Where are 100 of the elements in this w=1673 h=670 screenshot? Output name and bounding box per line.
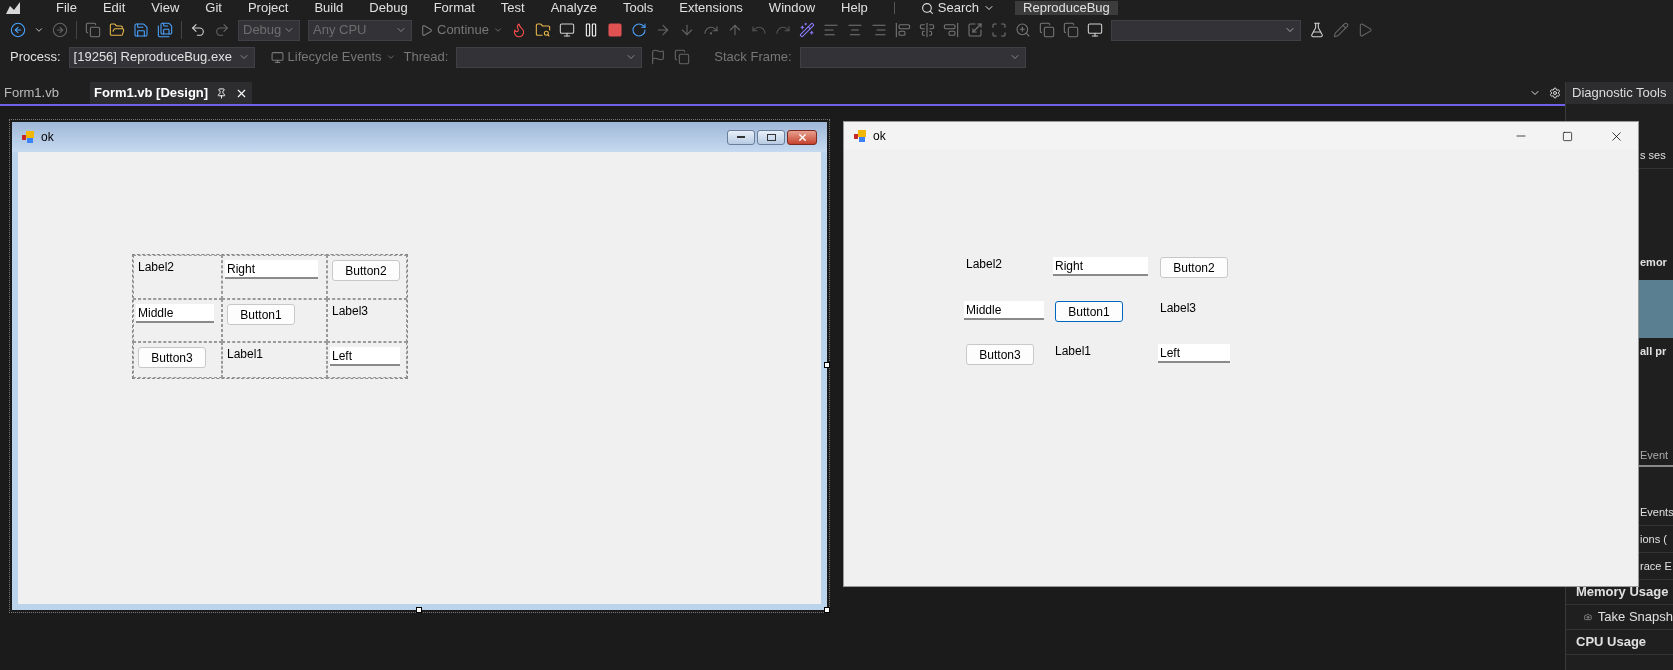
form-label: Label2 [138, 259, 175, 276]
flask-icon[interactable] [1309, 22, 1326, 38]
form-title: ok [873, 128, 886, 145]
form-label: Label3 [1160, 300, 1197, 317]
align-center-icon[interactable] [847, 22, 864, 38]
form-button[interactable]: Button2 [1160, 257, 1228, 278]
align-middle-icon[interactable] [919, 22, 936, 38]
maximize-icon[interactable] [1562, 130, 1573, 142]
continue-label: Continue [437, 21, 490, 40]
pencil-icon[interactable] [1333, 22, 1350, 38]
menu-item[interactable]: View [151, 1, 180, 15]
form-label: Label3 [332, 303, 369, 320]
menu-item[interactable]: File [56, 1, 77, 15]
align-left-icon[interactable] [823, 22, 840, 38]
menu-item[interactable]: Test [500, 1, 525, 15]
menu-item[interactable]: Tools [622, 1, 654, 15]
panel-text: s ses [1640, 147, 1666, 163]
panel-text: ions ( [1640, 531, 1667, 547]
restore-button[interactable] [757, 129, 785, 145]
zoom-icon[interactable] [1015, 22, 1032, 38]
form-title: ok [41, 129, 54, 146]
lifecycle-label: Lifecycle Events [287, 48, 382, 67]
settings-icon[interactable] [1549, 87, 1561, 99]
redo-icon[interactable] [214, 22, 230, 38]
text-box[interactable]: Middle [964, 301, 1045, 320]
form-label: Label1 [227, 346, 264, 363]
menu-item[interactable]: Project [247, 1, 289, 15]
stop-icon[interactable] [607, 22, 624, 38]
close-icon [796, 131, 808, 143]
wand-icon[interactable] [799, 22, 816, 38]
pin-icon[interactable] [216, 87, 228, 99]
combo-field[interactable] [1111, 19, 1302, 41]
panel-tab[interactable]: Event [1640, 446, 1669, 464]
panel-title: Diagnostic Tools [1572, 84, 1667, 103]
run-icon[interactable] [1357, 22, 1374, 38]
menu-item[interactable]: Debug [369, 1, 408, 15]
resize-handle[interactable] [416, 607, 422, 613]
resize-handle[interactable] [824, 362, 830, 368]
save-all-icon[interactable] [157, 22, 173, 38]
monitor-icon[interactable] [559, 22, 576, 38]
back-icon[interactable] [10, 22, 26, 38]
app-icon [22, 131, 35, 143]
form-label: Label2 [966, 256, 1003, 273]
resize-handle[interactable] [824, 607, 830, 613]
open-folder-icon[interactable] [109, 22, 125, 38]
document-tab[interactable]: Form1.vb [0, 82, 90, 104]
form-button[interactable]: Button3 [966, 344, 1034, 365]
minimize-button[interactable] [727, 129, 755, 145]
document-tab[interactable]: Form1.vb [Design] [90, 82, 253, 104]
panel-text: Events [1640, 504, 1673, 520]
monitor-icon [270, 50, 284, 64]
align-bottom-icon[interactable] [943, 22, 960, 38]
section-heading: CPU Usage [1576, 633, 1647, 652]
logo-icon [4, 2, 22, 14]
folder-search-icon[interactable] [535, 22, 552, 38]
snapshot-button[interactable]: Take Snapsh [1597, 607, 1673, 627]
continue-button[interactable]: Continue [420, 20, 504, 40]
text-box[interactable]: Right [225, 260, 318, 279]
form-button[interactable]: Button3 [138, 347, 206, 368]
thread-label: Thread: [403, 48, 449, 67]
text-box[interactable]: Left [1158, 344, 1230, 363]
save-icon[interactable] [133, 22, 149, 38]
undo-icon[interactable] [190, 22, 206, 38]
menu-item[interactable]: Edit [102, 1, 126, 15]
text-box[interactable]: Left [330, 347, 401, 366]
restart-icon[interactable] [631, 22, 648, 38]
form-button[interactable]: Button1 [227, 304, 295, 325]
process-label: Process: [10, 48, 61, 67]
tab-order-icon[interactable] [1087, 22, 1104, 38]
running-form-window[interactable]: ok Label2 Right Button2 Middle Button1 Label3 Button3 Label1 Left [843, 121, 1639, 587]
search-button[interactable]: Search [920, 1, 996, 15]
camera-icon[interactable] [1584, 611, 1592, 623]
menu-item[interactable]: Extensions [679, 1, 743, 15]
caret-icon[interactable] [34, 25, 44, 35]
forward-icon[interactable] [52, 22, 68, 38]
play-icon [420, 23, 433, 37]
close-button[interactable] [787, 129, 817, 145]
panel-heading: all pr [1640, 344, 1667, 360]
menu-item[interactable]: Analyze [550, 1, 597, 15]
stack-frame-label: Stack Frame: [714, 48, 792, 67]
text-box[interactable]: Right [1053, 257, 1148, 276]
lifecycle-events-button[interactable]: Lifecycle Events [270, 47, 396, 67]
menu-item[interactable]: Help [841, 1, 868, 15]
menu-item[interactable]: Format [433, 1, 475, 15]
form-label: Label1 [1055, 343, 1092, 360]
flag-icon[interactable] [650, 49, 667, 65]
text-box[interactable]: Middle [136, 304, 215, 323]
menu-item[interactable]: Window [768, 1, 816, 15]
form-button[interactable]: Button2 [332, 260, 400, 281]
process-dropdown[interactable]: [19256] ReproduceBug.exe [68, 46, 255, 68]
menu-item[interactable]: Build [314, 1, 344, 15]
app-icon [854, 130, 867, 142]
form-button[interactable]: Button1 [1055, 301, 1123, 322]
align-top-icon[interactable] [895, 22, 912, 38]
menu-item[interactable]: Git [205, 1, 222, 15]
caret-icon [385, 52, 396, 62]
caret-icon [493, 25, 504, 35]
search-icon [920, 1, 934, 15]
size-icon[interactable] [967, 22, 984, 38]
align-right-icon[interactable] [871, 22, 888, 38]
